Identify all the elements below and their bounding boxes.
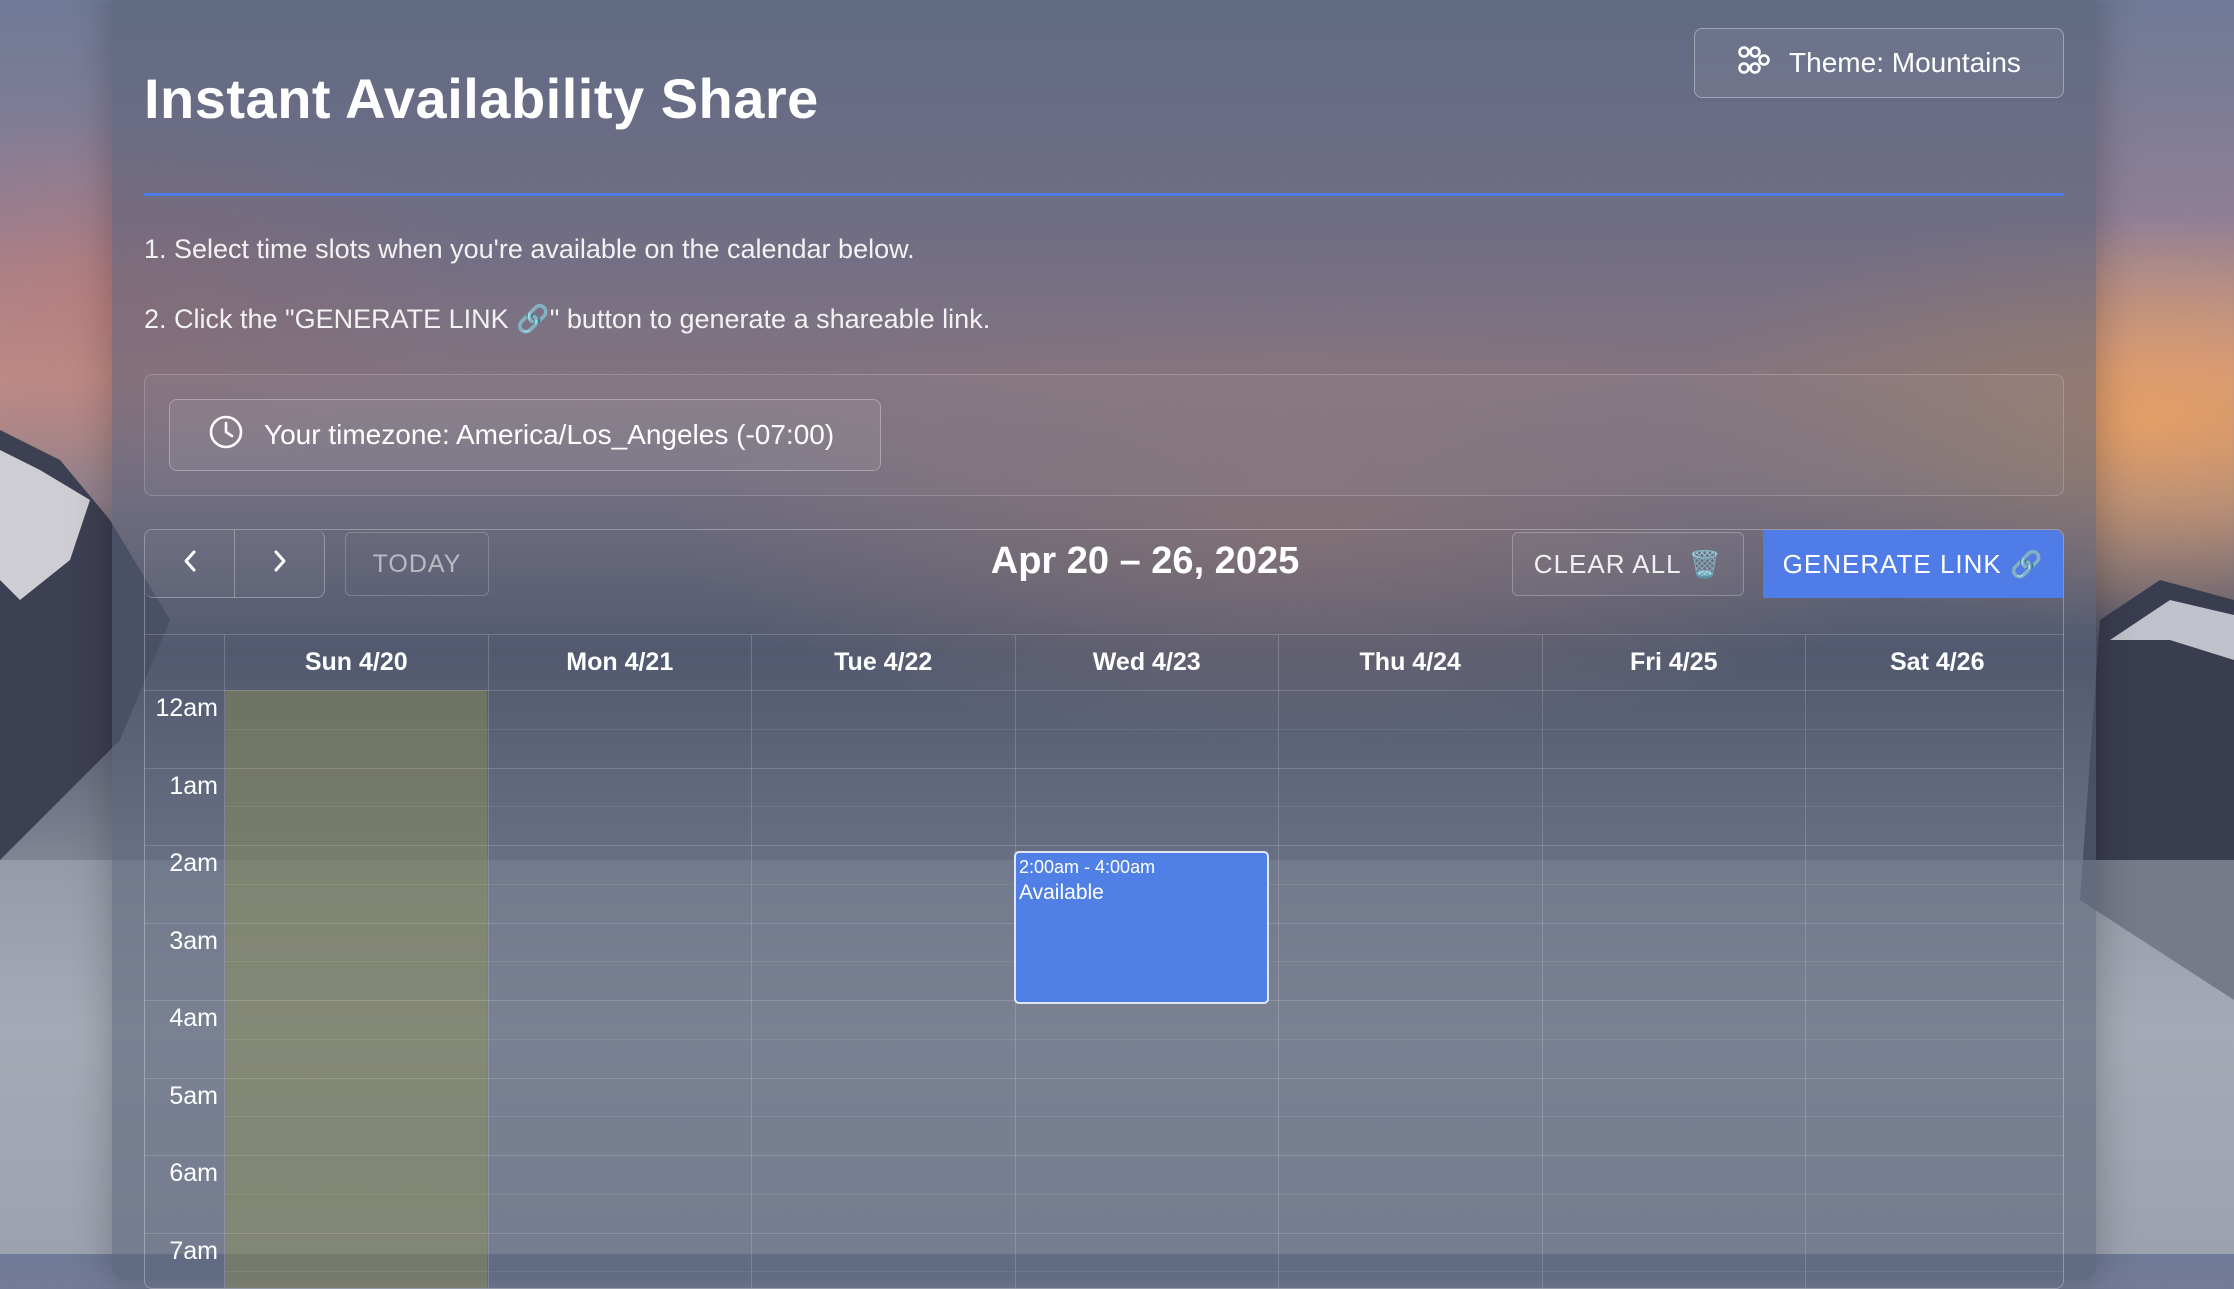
hour-gridline <box>145 1077 2063 1079</box>
week-title: Apr 20 – 26, 2025 <box>990 540 1300 582</box>
theme-button[interactable]: Theme: Mountains <box>1694 28 2064 98</box>
day-column-divider <box>487 690 489 1288</box>
clock-icon <box>208 414 244 457</box>
header-divider <box>144 193 2064 196</box>
day-column-divider <box>751 690 752 1288</box>
time-label: 12am <box>155 694 218 722</box>
time-label: 1am <box>169 771 218 800</box>
hour-gridline <box>145 767 2063 769</box>
day-column-divider <box>1805 690 1806 1288</box>
availability-event[interactable]: 2:00am - 4:00am Available <box>1014 851 1269 1004</box>
generate-link-button[interactable]: GENERATE LINK 🔗 <box>1763 530 2063 598</box>
time-label: 4am <box>169 1004 218 1032</box>
time-label: 5am <box>169 1081 218 1110</box>
week-calendar: TODAY Apr 20 – 26, 2025 CLEAR ALL 🗑️ GEN… <box>144 529 2064 1289</box>
today-button[interactable]: TODAY <box>345 532 489 596</box>
day-column-divider <box>1541 690 1543 1288</box>
hour-gridline <box>145 690 2063 691</box>
event-time: 2:00am - 4:00am <box>1019 857 1156 877</box>
timezone-section: Your timezone: America/Los_Angeles (-07:… <box>144 374 2064 496</box>
next-week-button[interactable] <box>235 530 325 598</box>
half-hour-gridline <box>224 1193 2063 1195</box>
hour-gridline <box>145 1155 2063 1156</box>
time-gutter-header <box>145 634 224 691</box>
chevron-right-icon <box>270 548 290 579</box>
theme-icon <box>1737 45 1771 82</box>
hour-gridline <box>145 845 2063 846</box>
time-label: 7am <box>169 1236 218 1265</box>
hour-gridline <box>145 1232 2063 1234</box>
day-header: Thu 4/24 <box>1278 634 1542 690</box>
instruction-step-2: 2. Click the "GENERATE LINK 🔗" button to… <box>144 304 991 334</box>
half-hour-gridline <box>224 1271 2063 1273</box>
time-label: 2am <box>169 849 218 877</box>
event-title: Available <box>1019 881 1104 904</box>
time-label: 3am <box>169 926 218 955</box>
day-column-divider <box>224 690 225 1288</box>
clear-all-button[interactable]: CLEAR ALL 🗑️ <box>1512 532 1744 596</box>
calendar-grid: Sun 4/20 Mon 4/21 Tue 4/22 Wed 4/23 Thu 4/24… <box>145 634 2063 1288</box>
instruction-step-1: 1. Select time slots when you're availab… <box>144 234 915 264</box>
page-title: Instant Availability Share <box>144 67 819 130</box>
timezone-label: Your timezone: America/Los_Angeles (-07:… <box>264 419 835 450</box>
day-header: Sat 4/26 <box>1805 634 2063 690</box>
theme-button-label: Theme: Mountains <box>1789 47 2021 78</box>
chevron-left-icon <box>180 548 200 579</box>
prev-week-button[interactable] <box>145 530 235 598</box>
week-nav <box>145 530 325 598</box>
day-header: Mon 4/21 <box>487 634 751 690</box>
day-header: Wed 4/23 <box>1014 634 1278 690</box>
day-header: Sun 4/20 <box>224 634 488 690</box>
time-label: 6am <box>169 1159 218 1187</box>
half-hour-gridline <box>224 728 2063 730</box>
half-hour-gridline <box>224 1038 2063 1040</box>
app-content: Instant Availability Share Theme: Mounta… <box>144 0 2064 1289</box>
timezone-selector[interactable]: Your timezone: America/Los_Angeles (-07:… <box>169 399 881 471</box>
today-column-highlight <box>225 690 487 1288</box>
half-hour-gridline <box>224 806 2063 808</box>
day-header: Fri 4/25 <box>1541 634 1805 690</box>
day-column-divider <box>1278 690 1279 1288</box>
day-header: Tue 4/22 <box>751 634 1015 690</box>
half-hour-gridline <box>224 1116 2063 1118</box>
